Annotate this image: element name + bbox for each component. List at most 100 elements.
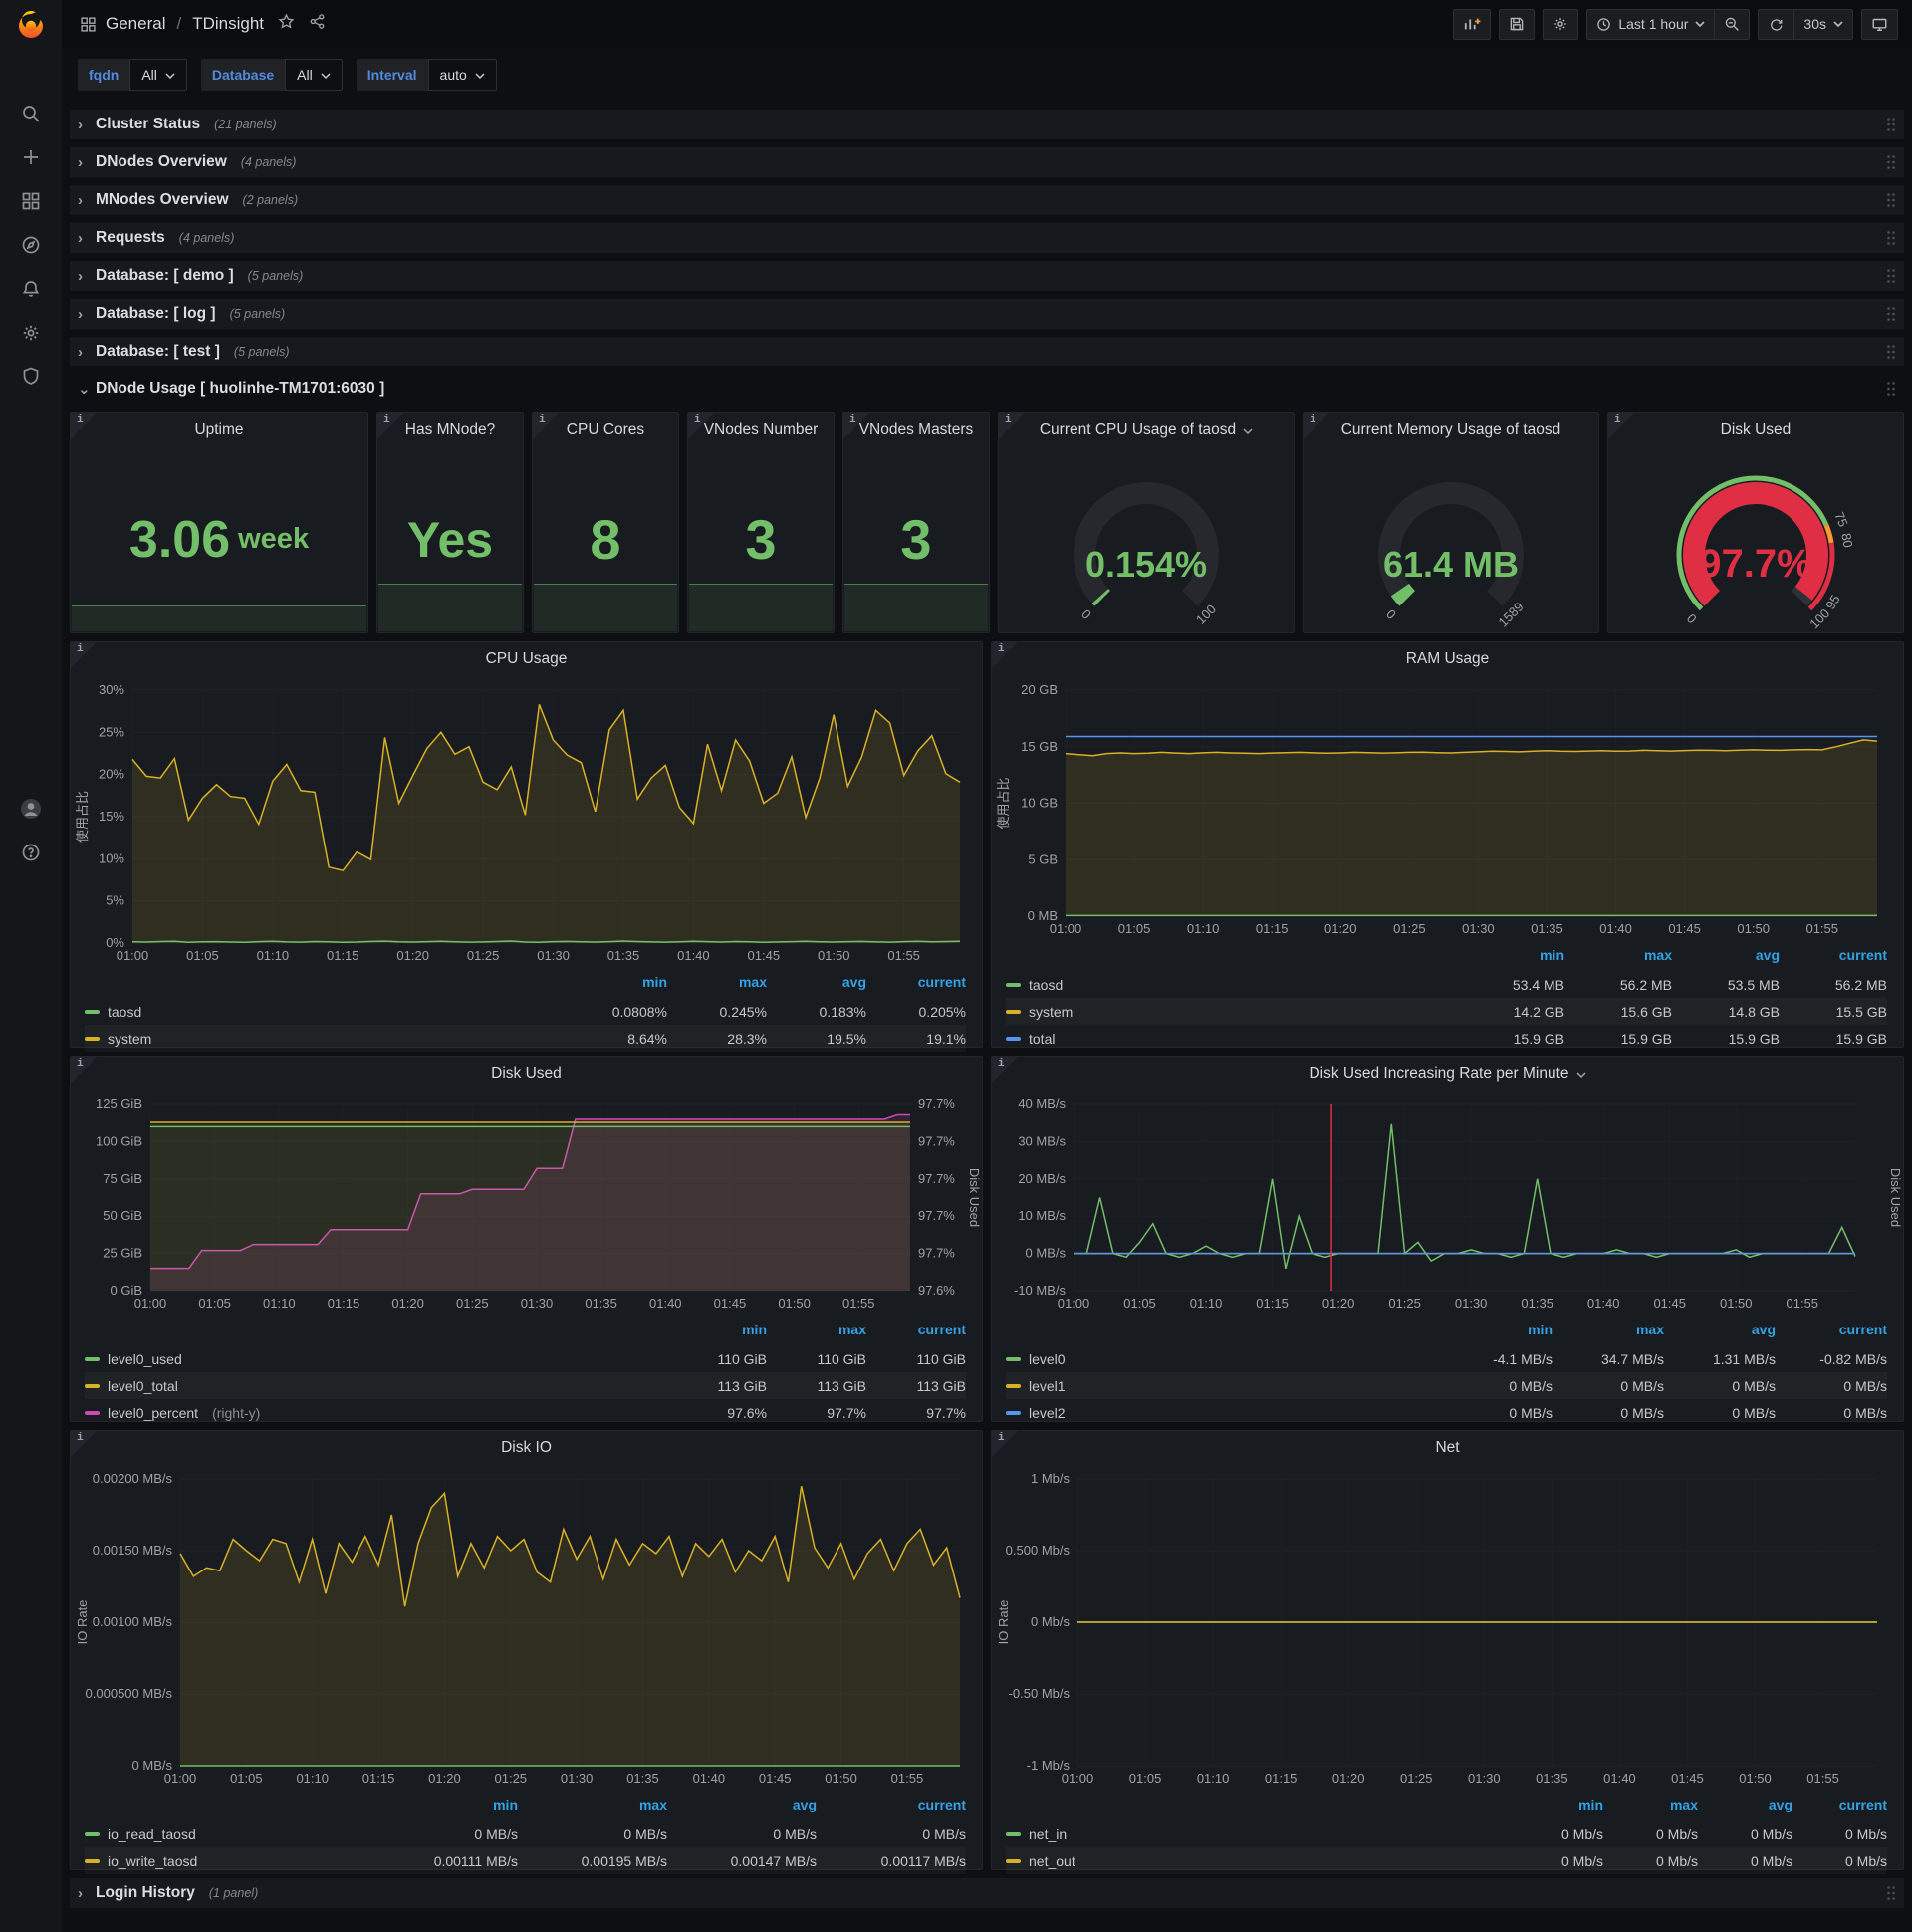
configuration-gear-icon[interactable] (0, 311, 62, 355)
dashboard-row-collapsed-6[interactable]: › Database: [ test ] (5 panels) (70, 337, 1904, 366)
row-drag-handle[interactable] (1886, 381, 1896, 397)
variable-value-fqdn[interactable]: All (129, 59, 187, 91)
panel-info-corner[interactable] (992, 1057, 1018, 1083)
panel-title[interactable]: Disk Used (71, 1057, 982, 1090)
panel-info-corner[interactable] (71, 413, 97, 439)
legend-col-current[interactable]: current (1776, 1322, 1887, 1345)
legend-col-min[interactable]: min (568, 974, 667, 998)
legend-col-max[interactable]: max (518, 1797, 667, 1820)
legend-col-min[interactable]: min (1441, 1322, 1553, 1345)
panel-info-corner[interactable] (533, 413, 559, 439)
legend-series-level0_used[interactable]: level0_used (85, 1351, 667, 1367)
row-drag-handle[interactable] (1886, 117, 1896, 132)
legend-col-current[interactable]: current (866, 974, 966, 998)
legend-col-min[interactable]: min (1457, 947, 1564, 971)
panel-info-corner[interactable] (1608, 413, 1634, 439)
row-drag-handle[interactable] (1886, 192, 1896, 208)
row-drag-handle[interactable] (1886, 268, 1896, 284)
avatar[interactable] (0, 787, 62, 831)
row-drag-handle[interactable] (1886, 154, 1896, 170)
legend-series-taosd[interactable]: taosd (1006, 977, 1457, 993)
legend-col-avg[interactable]: avg (1672, 947, 1780, 971)
legend-series-net_in[interactable]: net_in (1006, 1826, 1509, 1842)
chart-ram[interactable]: 0 MB5 GB10 GB15 GB20 GB01:00 01:05 01:10 01… (992, 676, 1903, 942)
row-drag-handle[interactable] (1886, 1885, 1896, 1901)
legend-col-current[interactable]: current (866, 1322, 966, 1345)
dashboard-settings-button[interactable] (1543, 8, 1579, 40)
grafana-logo[interactable] (0, 0, 62, 52)
legend-col-max[interactable]: max (1564, 947, 1672, 971)
dashboard-row-collapsed-2[interactable]: › MNodes Overview (2 panels) (70, 185, 1904, 215)
legend-col-avg[interactable]: avg (767, 974, 866, 998)
cycle-view-mode-button[interactable] (1861, 8, 1898, 40)
stat-panel-uptime[interactable]: i Uptime 3.06 week (70, 412, 368, 633)
legend-col-current[interactable]: current (1780, 947, 1887, 971)
legend-series-io_write_taosd[interactable]: io_write_taosd (85, 1853, 368, 1869)
panel-info-corner[interactable] (843, 413, 869, 439)
dashboard-row-collapsed-5[interactable]: › Database: [ log ] (5 panels) (70, 299, 1904, 329)
panel-title[interactable]: CPU Usage (71, 642, 982, 676)
legend-col-current[interactable]: current (1792, 1797, 1887, 1820)
panel-info-corner[interactable] (377, 413, 403, 439)
zoom-out-time-button[interactable] (1714, 8, 1751, 40)
share-icon[interactable] (309, 13, 326, 35)
breadcrumb-folder[interactable]: General (106, 14, 165, 34)
alerting-bell-icon[interactable] (0, 267, 62, 311)
refresh-button[interactable] (1758, 8, 1794, 40)
variable-value-Interval[interactable]: auto (427, 59, 497, 91)
legend-series-total[interactable]: total (1006, 1031, 1457, 1047)
variable-value-Database[interactable]: All (285, 59, 343, 91)
dashboard-row-collapsed-1[interactable]: › DNodes Overview (4 panels) (70, 147, 1904, 177)
legend-col-min[interactable]: min (667, 1322, 767, 1345)
panel-title[interactable]: RAM Usage (992, 642, 1903, 676)
legend-col-max[interactable]: max (667, 974, 767, 998)
create-plus-icon[interactable] (0, 135, 62, 179)
stat-panel-cpu-cores[interactable]: i CPU Cores 8 (532, 412, 679, 633)
refresh-interval-picker[interactable]: 30s (1793, 8, 1853, 40)
row-drag-handle[interactable] (1886, 230, 1896, 246)
star-icon[interactable] (278, 13, 295, 35)
panel-title[interactable]: Disk Used (1608, 413, 1903, 447)
panel-title[interactable]: Current CPU Usage of taosd (999, 413, 1294, 447)
legend-series-net_out[interactable]: net_out (1006, 1853, 1509, 1869)
legend-series-level2[interactable]: level2 (1006, 1405, 1441, 1421)
stat-panel-vnodes-number[interactable]: i VNodes Number 3 (687, 412, 835, 633)
legend-col-max[interactable]: max (767, 1322, 866, 1345)
stat-panel-has-mnode-[interactable]: i Has MNode? Yes (376, 412, 524, 633)
panel-info-corner[interactable] (992, 642, 1018, 668)
legend-col-current[interactable]: current (817, 1797, 966, 1820)
gauge-panel-current-cpu-usage-of-taosd[interactable]: i Current CPU Usage of taosd 0 100 0.154% (998, 412, 1295, 633)
row-drag-handle[interactable] (1886, 306, 1896, 322)
save-dashboard-button[interactable] (1499, 8, 1536, 40)
dashboard-row-collapsed-0[interactable]: › Cluster Status (21 panels) (70, 110, 1904, 139)
chart-disk_rate[interactable]: -10 MB/s0 MB/s10 MB/s20 MB/s30 MB/s40 MB… (992, 1090, 1903, 1317)
gauge-panel-current-memory-usage-of-taosd[interactable]: i Current Memory Usage of taosd 0 1589 61.4 … (1303, 412, 1599, 633)
chart-disk_io[interactable]: 0 MB/s0.000500 MB/s0.00100 MB/s0.00150 M… (71, 1465, 982, 1792)
dashboards-icon[interactable] (0, 179, 62, 223)
legend-series-io_read_taosd[interactable]: io_read_taosd (85, 1826, 368, 1842)
legend-series-taosd[interactable]: taosd (85, 1004, 568, 1020)
panel-info-corner[interactable] (71, 1431, 97, 1457)
dashboard-row-collapsed-3[interactable]: › Requests (4 panels) (70, 223, 1904, 253)
panel-title[interactable]: Disk Used Increasing Rate per Minute (992, 1057, 1903, 1090)
legend-col-max[interactable]: max (1603, 1797, 1698, 1820)
legend-series-level0_total[interactable]: level0_total (85, 1378, 667, 1394)
legend-col-avg[interactable]: avg (667, 1797, 817, 1820)
panel-info-corner[interactable] (71, 1057, 97, 1083)
panel-info-corner[interactable] (688, 413, 714, 439)
help-icon[interactable] (0, 831, 62, 874)
panel-info-corner[interactable] (1304, 413, 1329, 439)
panel-title[interactable]: Net (992, 1431, 1903, 1465)
search-icon[interactable] (0, 92, 62, 135)
legend-col-avg[interactable]: avg (1698, 1797, 1792, 1820)
panel-info-corner[interactable] (999, 413, 1025, 439)
chart-disk_used[interactable]: 0 GiB 97.6%25 GiB 97.7%50 GiB 97.7%75 GiB 97… (71, 1090, 982, 1317)
legend-col-avg[interactable]: avg (1664, 1322, 1776, 1345)
panel-info-corner[interactable] (71, 642, 97, 668)
legend-series-level0_percent[interactable]: level0_percent (right-y) (85, 1405, 667, 1421)
chart-net[interactable]: -1 Mb/s-0.50 Mb/s0 Mb/s0.500 Mb/s1 Mb/s0… (992, 1465, 1903, 1792)
legend-col-max[interactable]: max (1553, 1322, 1664, 1345)
panel-title[interactable]: Current Memory Usage of taosd (1304, 413, 1598, 447)
chart-cpu[interactable]: 0%5%10%15%20%25%30%01:00 01:05 01:10 01:15 0… (71, 676, 982, 969)
add-panel-button[interactable] (1453, 8, 1492, 40)
